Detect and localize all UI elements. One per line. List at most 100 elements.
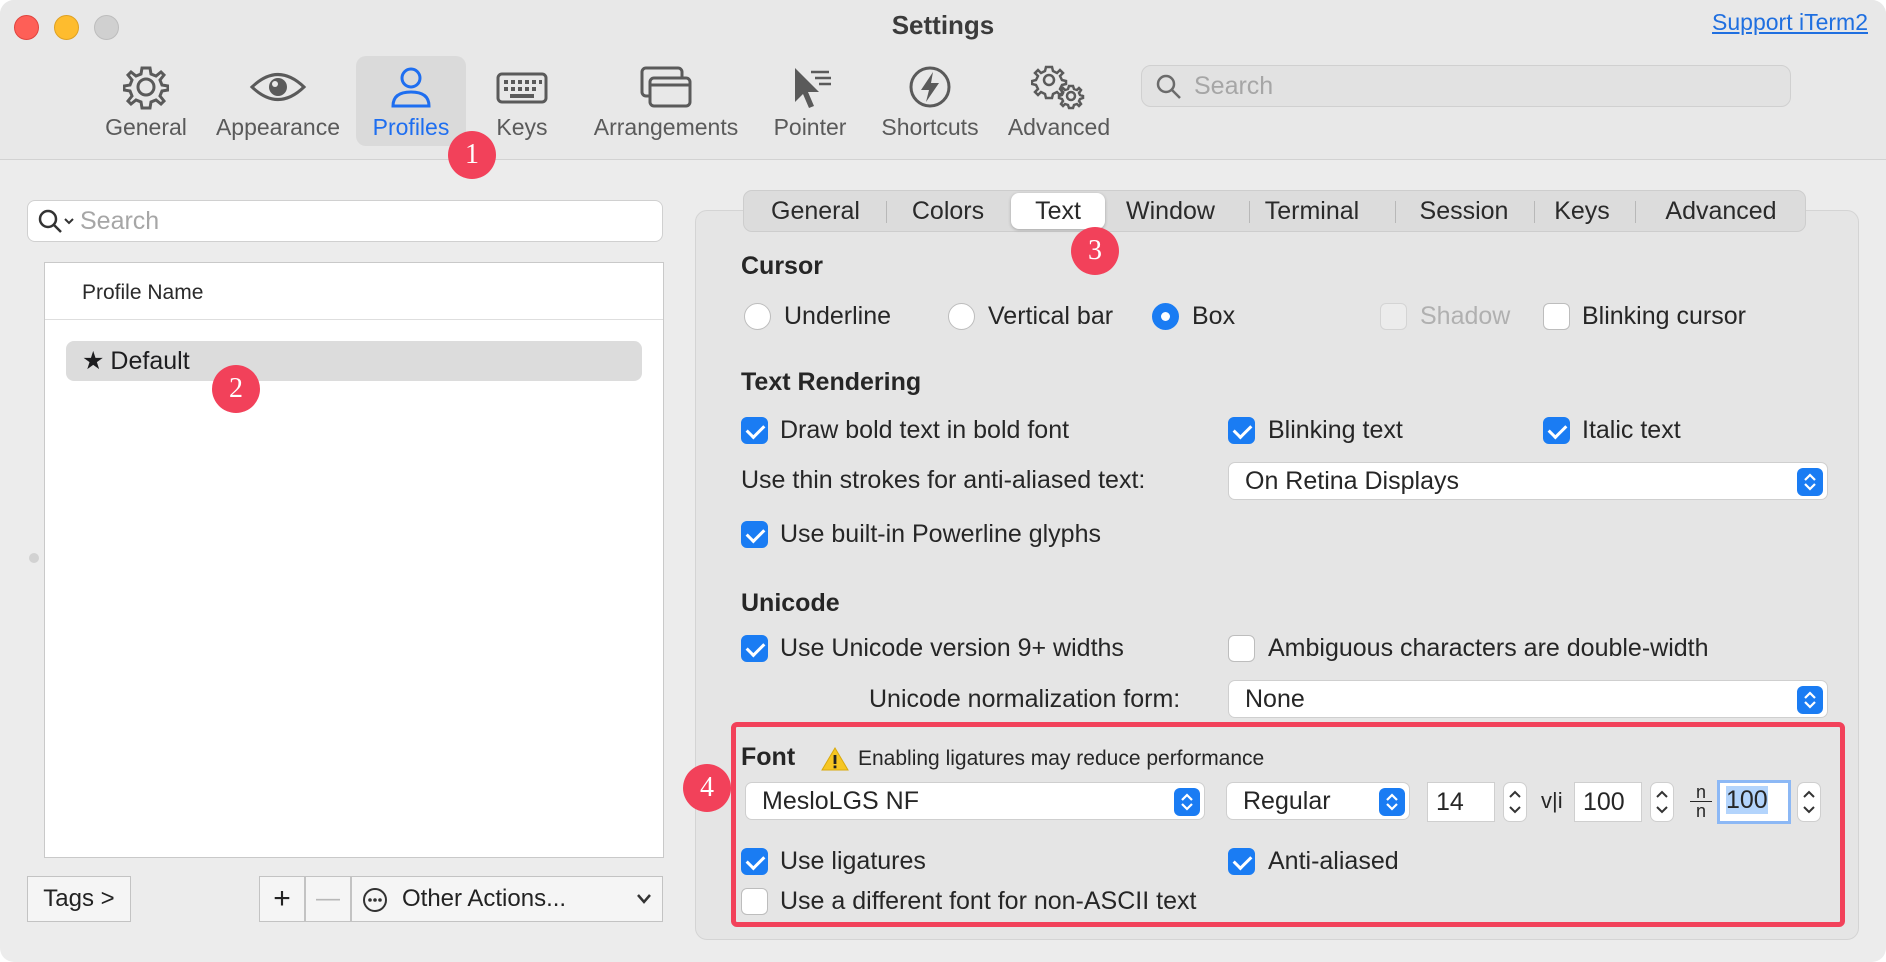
- split-view-handle[interactable]: [29, 553, 39, 563]
- vertical-spacing-value: 100: [1726, 786, 1768, 814]
- horizontal-spacing-field[interactable]: 100: [1574, 782, 1642, 822]
- support-link[interactable]: Support iTerm2: [1712, 9, 1868, 36]
- vertical-spacing-field[interactable]: 100: [1717, 780, 1791, 824]
- toolbar-profiles[interactable]: Profiles: [356, 56, 466, 146]
- unicode-section-title: Unicode: [741, 589, 840, 617]
- horizontal-spacing-stepper[interactable]: [1650, 782, 1674, 822]
- star-icon: ★: [82, 347, 105, 375]
- unicode-widths-checkbox[interactable]: [741, 635, 768, 662]
- annotation-badge: 4: [683, 764, 731, 812]
- toolbar: Settings Support iTerm2 General Appearan…: [0, 0, 1886, 160]
- settings-search[interactable]: [1141, 65, 1791, 107]
- horizontal-spacing-icon: v|i: [1541, 788, 1563, 813]
- cursor-shadow-checkbox[interactable]: [1380, 303, 1407, 330]
- use-ligatures-checkbox[interactable]: [741, 848, 768, 875]
- normalization-popup[interactable]: None: [1228, 680, 1828, 718]
- draw-bold-checkbox[interactable]: [741, 417, 768, 444]
- toolbar-label: Arrangements: [593, 114, 739, 140]
- settings-search-input[interactable]: [1194, 70, 1774, 102]
- profile-tabs: General Colors Text Window Terminal Sess…: [743, 190, 1806, 232]
- font-size-field[interactable]: 14: [1427, 782, 1495, 822]
- cursor-underline-radio[interactable]: [744, 303, 771, 330]
- toolbar-pointer[interactable]: Pointer: [764, 56, 856, 146]
- window-title: Settings: [891, 10, 995, 40]
- profile-search-input[interactable]: [80, 206, 650, 236]
- font-family-value: MesloLGS NF: [762, 787, 919, 815]
- font-style-value: Regular: [1243, 787, 1331, 815]
- cursor-box-radio[interactable]: [1152, 303, 1179, 330]
- thin-strokes-value: On Retina Displays: [1245, 467, 1459, 495]
- remove-profile-button[interactable]: —: [305, 876, 351, 922]
- tab-session[interactable]: Session: [1395, 191, 1533, 231]
- tab-colors[interactable]: Colors: [887, 191, 1009, 231]
- font-section-title: Font: [741, 743, 796, 771]
- anti-aliased-checkbox[interactable]: [1228, 848, 1255, 875]
- up-down-arrows-icon: [1797, 686, 1823, 714]
- profile-list: Profile Name ★ Default: [44, 262, 664, 858]
- up-down-arrows-icon: [1797, 468, 1823, 496]
- toolbar-label: Keys: [496, 114, 548, 140]
- font-style-popup[interactable]: Regular: [1226, 782, 1410, 820]
- vertical-spacing-symbol-top: n: [1695, 782, 1706, 802]
- blinking-text-checkbox[interactable]: [1228, 417, 1255, 444]
- vertical-spacing-symbol-bottom: n: [1695, 801, 1706, 821]
- text-rendering-section-title: Text Rendering: [741, 368, 922, 396]
- ambiguous-double-width-checkbox[interactable]: [1228, 635, 1255, 662]
- profile-name: Default: [110, 347, 190, 375]
- normalization-label: Unicode normalization form:: [869, 685, 1181, 713]
- blinking-text-label: Blinking text: [1268, 416, 1403, 444]
- other-actions-menu[interactable]: Other Actions...: [351, 876, 663, 922]
- cursor-vertical-bar-radio[interactable]: [948, 303, 975, 330]
- thin-strokes-popup[interactable]: On Retina Displays: [1228, 462, 1828, 500]
- cursor-section-title: Cursor: [741, 252, 823, 280]
- anti-aliased-label: Anti-aliased: [1268, 847, 1399, 875]
- settings-window: Settings Support iTerm2 General Appearan…: [0, 0, 1886, 962]
- use-ligatures-label: Use ligatures: [780, 847, 926, 875]
- toolbar-label: Advanced: [1007, 114, 1111, 140]
- non-ascii-font-checkbox[interactable]: [741, 888, 768, 915]
- tab-terminal[interactable]: Terminal: [1234, 191, 1390, 231]
- tab-window[interactable]: Window: [1107, 191, 1234, 231]
- blinking-cursor-checkbox[interactable]: [1543, 303, 1570, 330]
- profile-name-column-header[interactable]: Profile Name: [45, 263, 663, 320]
- toolbar-keys[interactable]: Keys: [476, 56, 568, 146]
- toolbar-label: General: [105, 114, 187, 140]
- tab-general[interactable]: General: [744, 191, 887, 231]
- toolbar-appearance[interactable]: Appearance: [212, 56, 344, 146]
- annotation-badge: 3: [1071, 227, 1119, 275]
- font-size-stepper[interactable]: [1503, 782, 1527, 822]
- keyboard-icon: [496, 72, 548, 104]
- profile-row-default[interactable]: ★ Default: [66, 341, 642, 381]
- normalization-value: None: [1245, 685, 1305, 713]
- toolbar-label: Pointer: [773, 114, 847, 140]
- unicode-widths-label: Use Unicode version 9+ widths: [780, 634, 1124, 662]
- toolbar-general[interactable]: General: [96, 56, 196, 146]
- italic-text-label: Italic text: [1582, 416, 1681, 444]
- powerline-glyphs-label: Use built-in Powerline glyphs: [780, 520, 1101, 548]
- tab-keys[interactable]: Keys: [1534, 191, 1630, 231]
- toolbar-arrangements[interactable]: Arrangements: [588, 56, 744, 146]
- non-ascii-font-label: Use a different font for non-ASCII text: [780, 887, 1197, 915]
- tags-button[interactable]: Tags >: [27, 876, 131, 922]
- profile-search[interactable]: [27, 200, 663, 242]
- toolbar-advanced[interactable]: Advanced: [1004, 56, 1114, 146]
- pointer-icon: [795, 68, 831, 108]
- chevron-down-icon: [637, 894, 651, 904]
- annotation-badge: 2: [212, 365, 260, 413]
- draw-bold-label: Draw bold text in bold font: [780, 416, 1070, 444]
- tab-advanced[interactable]: Advanced: [1635, 191, 1807, 231]
- toolbar-label: Appearance: [215, 114, 341, 140]
- blinking-cursor-label: Blinking cursor: [1582, 302, 1746, 330]
- toolbar-shortcuts[interactable]: Shortcuts: [872, 56, 988, 146]
- cursor-vertical-bar-label: Vertical bar: [988, 302, 1114, 330]
- add-profile-button[interactable]: +: [259, 876, 305, 922]
- cursor-underline-label: Underline: [784, 302, 892, 330]
- search-icon: [1156, 74, 1181, 99]
- toolbar-label: Profiles: [372, 114, 450, 140]
- tab-text[interactable]: Text: [1011, 193, 1105, 229]
- vertical-spacing-stepper[interactable]: [1797, 782, 1821, 822]
- ligatures-warning: Enabling ligatures may reduce performanc…: [858, 747, 1265, 770]
- italic-text-checkbox[interactable]: [1543, 417, 1570, 444]
- font-family-popup[interactable]: MesloLGS NF: [745, 782, 1205, 820]
- powerline-glyphs-checkbox[interactable]: [741, 521, 768, 548]
